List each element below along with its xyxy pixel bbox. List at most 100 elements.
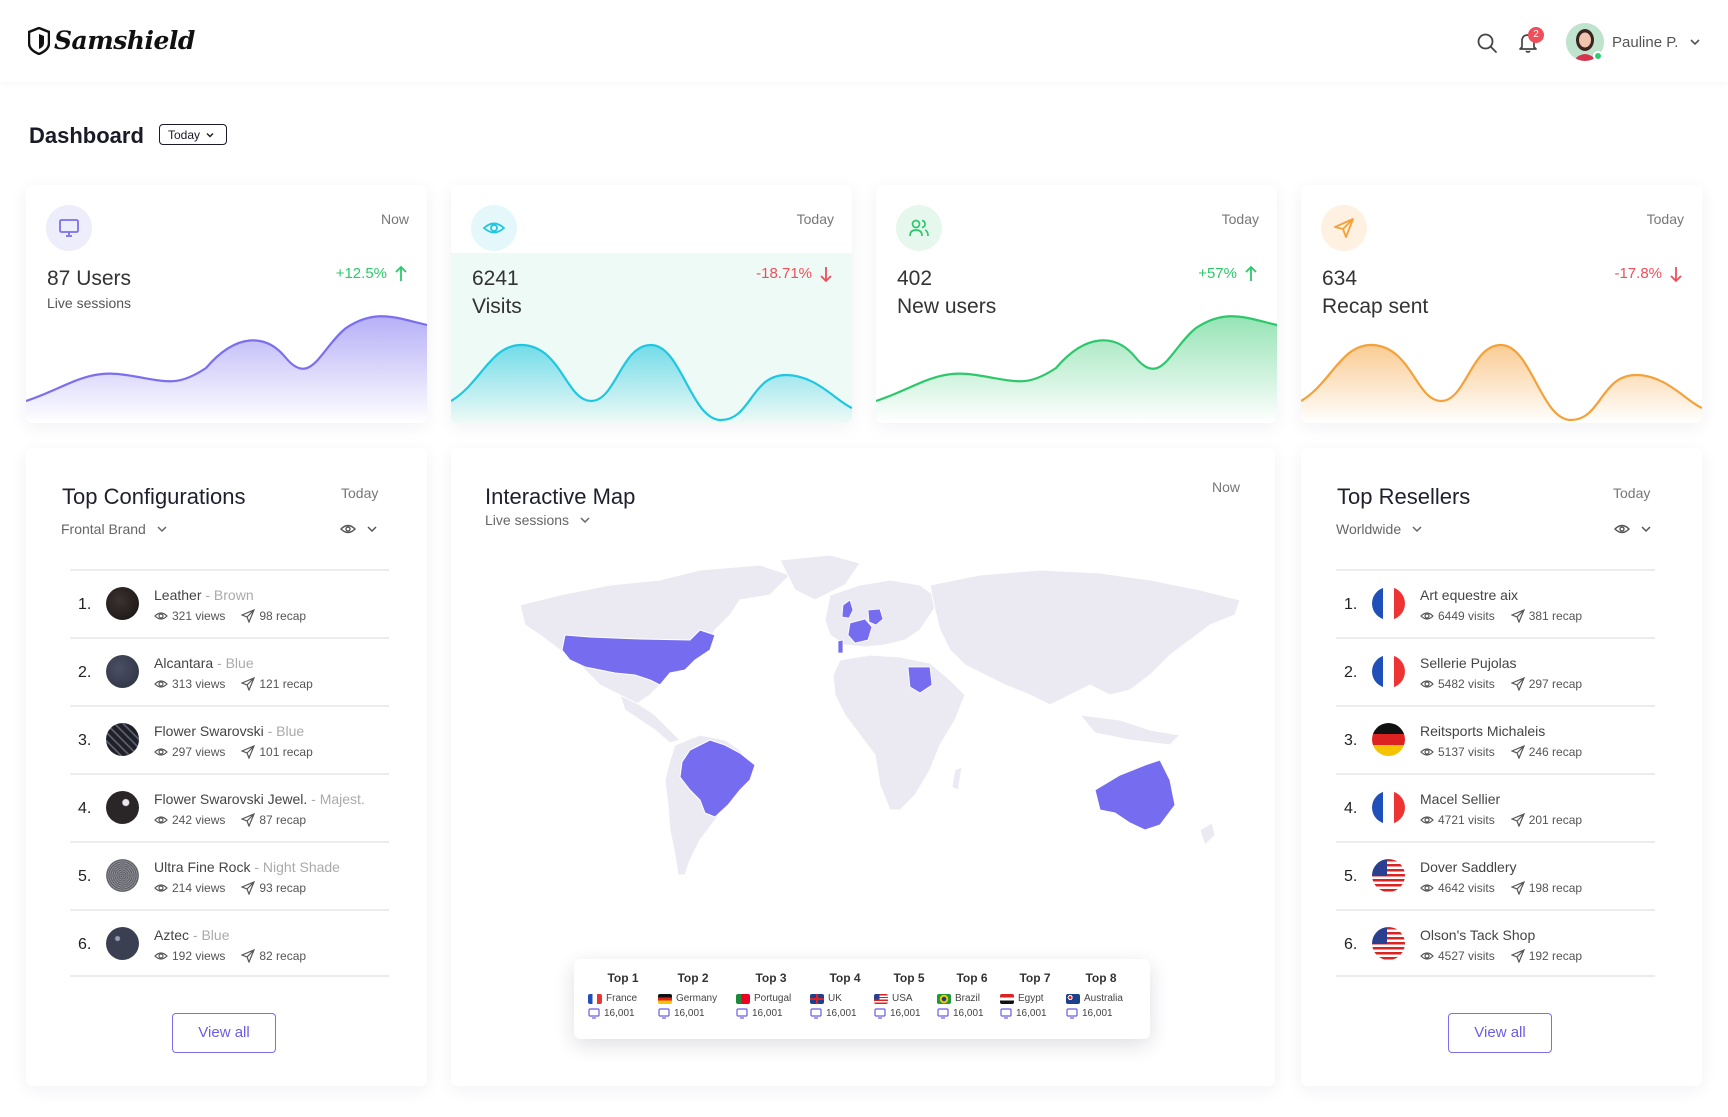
chevron-down-icon[interactable] [1688, 35, 1702, 49]
top-country-item[interactable]: Top 1 France 16,001 [588, 971, 658, 1019]
top-rank-label: Top 1 [607, 971, 639, 985]
rank: 5. [1344, 868, 1358, 885]
row-meta: 4527 visits 192 recap [1420, 949, 1582, 963]
resellers-view-all-button[interactable]: View all [1448, 1013, 1552, 1053]
map-se-asia [1078, 714, 1182, 746]
top-country: Germany [658, 993, 728, 1004]
send-icon [241, 677, 256, 691]
top-value: 16,001 [658, 1008, 728, 1019]
logo[interactable]: Samshield [28, 26, 195, 55]
list-item[interactable]: 3. Reitsports Michaleis 5137 visits 246 … [1336, 705, 1655, 773]
rank: 3. [1344, 732, 1358, 749]
top-country-item[interactable]: Top 4 UK 16,001 [810, 971, 880, 1019]
list-item[interactable]: 5. Dover Saddlery 4642 visits 198 recap [1336, 841, 1655, 909]
row-name: Olson's Tack Shop [1420, 927, 1536, 943]
flag-france-icon [588, 993, 602, 1004]
monitor-icon [736, 1008, 748, 1019]
top-value: 16,001 [810, 1008, 880, 1019]
map-australia [1094, 759, 1176, 831]
list-item[interactable]: 2. Sellerie Pujolas 5482 visits 297 reca… [1336, 637, 1655, 705]
row-meta: 297 views 101 recap [154, 745, 313, 759]
world-map[interactable] [500, 555, 1260, 920]
send-icon [241, 813, 256, 827]
list-item[interactable]: 3. Flower Swarovski - Blue 297 views 101… [70, 705, 389, 773]
configurations-filter[interactable]: Frontal Brand [61, 521, 168, 537]
swatch-thumbnail [106, 791, 139, 824]
top-country-item[interactable]: Top 2 Germany 16,001 [658, 971, 728, 1019]
chevron-down-icon [1412, 526, 1422, 533]
filter-label: Worldwide [1336, 521, 1402, 537]
list-item[interactable]: 2. Alcantara - Blue 313 views 121 recap [70, 637, 389, 705]
top-rank-label: Top 2 [677, 971, 709, 985]
stat-change: -17.8% [1614, 265, 1662, 282]
visibility-toggle[interactable] [1614, 523, 1652, 535]
visibility-toggle[interactable] [340, 523, 378, 535]
top-rank-label: Top 6 [956, 971, 988, 985]
notification-badge: 2 [1528, 27, 1544, 43]
top-country-item[interactable]: Top 6 Brazil 16,001 [937, 971, 1007, 1019]
flag-egypt-icon [1000, 993, 1014, 1004]
resellers-filter[interactable]: Worldwide [1336, 521, 1423, 537]
arrow-down-icon [1670, 267, 1682, 283]
list-item[interactable]: 4. Macel Sellier 4721 visits 201 recap [1336, 773, 1655, 841]
user-name[interactable]: Pauline P. [1612, 34, 1678, 51]
row-name: Sellerie Pujolas [1420, 655, 1517, 671]
list-item[interactable]: 1. Leather - Brown 321 views 98 recap [70, 569, 389, 637]
configurations-view-all-button[interactable]: View all [172, 1013, 276, 1053]
send-icon [241, 609, 256, 623]
period-select[interactable]: Today [159, 124, 227, 145]
map-africa [832, 654, 966, 811]
map-central-america [619, 694, 681, 744]
resellers-period: Today [1613, 485, 1651, 501]
stat-card-visits[interactable]: Today 6241 Visits -18.71% [451, 185, 852, 423]
send-icon [1510, 677, 1525, 691]
rank: 3. [78, 732, 92, 749]
chevron-down-icon [367, 526, 377, 533]
map-title: Interactive Map [485, 484, 636, 509]
filter-label: Frontal Brand [61, 521, 146, 537]
rank: 6. [1344, 936, 1358, 953]
row-name: Art equestre aix [1420, 587, 1519, 603]
row-name: Alcantara - Blue [154, 655, 254, 671]
list-item[interactable]: 4. Flower Swarovski Jewel. - Majest. 242… [70, 773, 389, 841]
eye-icon [471, 205, 517, 251]
row-name: Leather - Brown [154, 587, 254, 603]
send-icon [241, 881, 256, 895]
top-country-item[interactable]: Top 8 Australia 16,001 [1066, 971, 1136, 1019]
flag-france-icon [1372, 587, 1405, 620]
chevron-down-icon [157, 526, 167, 533]
sparkline-chart [451, 343, 852, 423]
rank: 2. [1344, 664, 1358, 681]
list-item[interactable]: 6. Olson's Tack Shop 4527 visits 192 rec… [1336, 909, 1655, 977]
rank: 4. [78, 800, 92, 817]
swatch-thumbnail [106, 587, 139, 620]
monitor-icon [46, 205, 92, 251]
arrow-down-icon [820, 267, 832, 283]
swatch-thumbnail [106, 927, 139, 960]
map-filter[interactable]: Live sessions [485, 512, 591, 528]
top-rank-label: Top 5 [893, 971, 925, 985]
stat-card-recap[interactable]: Today 634 Recap sent -17.8% [1301, 185, 1702, 423]
top-country-item[interactable]: Top 7 Egypt 16,001 [1000, 971, 1070, 1019]
stat-card-new-users[interactable]: Today 402 New users +57% [876, 185, 1277, 423]
list-item[interactable]: 1. Art equestre aix 6449 visits 381 reca… [1336, 569, 1655, 637]
stat-card-users[interactable]: Now 87 Users Live sessions +12.5% [26, 185, 427, 423]
map-asia [929, 569, 1241, 706]
top-country-item[interactable]: Top 3 Portugal 16,001 [736, 971, 806, 1019]
sparkline-chart [1301, 343, 1702, 423]
row-meta: 214 views 93 recap [154, 881, 306, 895]
top-value: 16,001 [736, 1008, 806, 1019]
search-icon[interactable] [1476, 32, 1498, 54]
flag-brazil-icon [937, 993, 951, 1004]
swatch-thumbnail [106, 723, 139, 756]
send-icon [1510, 813, 1525, 827]
list-item[interactable]: 5. Ultra Fine Rock - Night Shade 214 vie… [70, 841, 389, 909]
list-item[interactable]: 6. Aztec - Blue 192 views 82 recap [70, 909, 389, 977]
monitor-icon [1066, 1008, 1078, 1019]
top-country-item[interactable]: Top 5 USA 16,001 [874, 971, 944, 1019]
top-header: Samshield 2 Pauline P. [0, 0, 1728, 82]
eye-icon [1420, 884, 1434, 892]
flag-germany-icon [658, 993, 672, 1004]
stat-change: +57% [1198, 265, 1237, 282]
map-france [847, 618, 873, 644]
